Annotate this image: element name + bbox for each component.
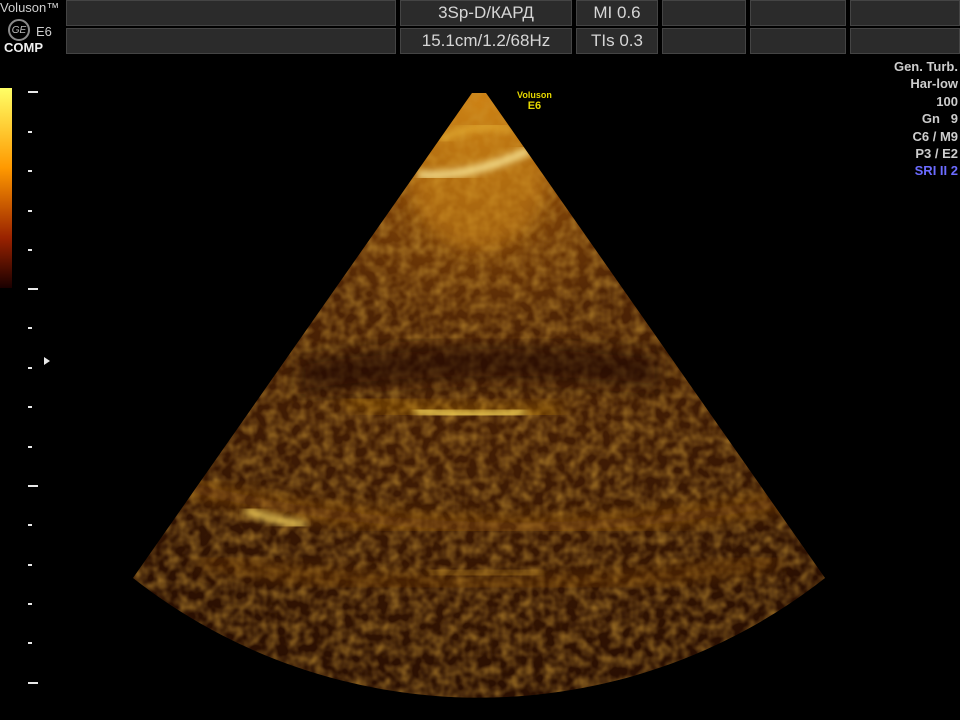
image-watermark: Voluson E6	[517, 90, 552, 112]
depth-tick	[28, 485, 38, 487]
depth-tick	[28, 249, 32, 251]
depth-tick	[28, 524, 32, 526]
focus-marker-icon[interactable]	[44, 357, 50, 365]
imaging-parameters: Gen. Turb. Har-low 100 Gn 9 C6 / M9 P3 /…	[894, 58, 958, 180]
depth-tick	[28, 170, 32, 172]
depth-tick	[28, 446, 32, 448]
param-crs-map: C6 / M9	[912, 128, 958, 144]
param-sri: SRI II 2	[914, 163, 958, 179]
depth-tick	[28, 210, 32, 212]
ultrasound-image[interactable]	[0, 0, 960, 720]
param-preset: Gen. Turb.	[893, 59, 958, 74]
depth-tick	[28, 367, 32, 369]
gray-scale-bar	[0, 88, 12, 288]
param-persist: P3 / E2	[915, 146, 958, 162]
param-power: 100	[936, 93, 958, 109]
depth-tick	[28, 131, 32, 133]
depth-tick	[28, 642, 32, 644]
depth-tick	[28, 682, 38, 684]
watermark-line1: Voluson	[517, 90, 552, 100]
depth-tick	[28, 91, 38, 93]
depth-tick	[28, 327, 32, 329]
watermark-line2: E6	[527, 100, 542, 112]
param-harmonic: Har-low	[910, 76, 958, 92]
param-gain: Gn 9	[921, 111, 958, 127]
depth-tick	[28, 288, 38, 290]
depth-tick	[28, 564, 32, 566]
depth-tick	[28, 406, 32, 408]
depth-tick	[28, 603, 32, 605]
